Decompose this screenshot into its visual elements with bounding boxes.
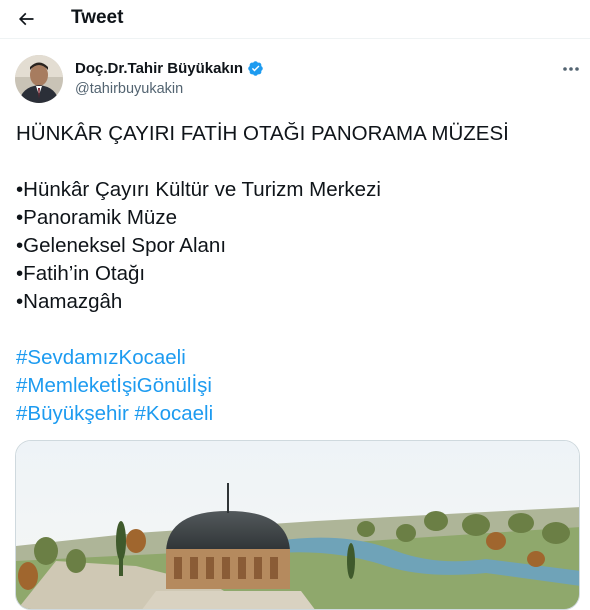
author-handle[interactable]: @tahirbuyukakin <box>75 81 183 97</box>
page-title: Tweet <box>71 7 124 28</box>
author-name[interactable]: Doç.Dr.Tahir Büyükakın <box>75 60 264 77</box>
hashtag-link[interactable]: #Kocaeli <box>135 402 214 425</box>
tweet-headline: HÜNKÂR ÇAYIRI FATİH OTAĞI PANORAMA MÜZES… <box>16 122 509 145</box>
more-options-icon <box>563 67 579 71</box>
tweet-text: HÜNKÂR ÇAYIRI FATİH OTAĞI PANORAMA MÜZES… <box>16 120 576 428</box>
back-arrow-icon <box>18 12 34 26</box>
hashtag-link[interactable]: #Büyükşehir <box>16 402 129 425</box>
verified-badge-icon <box>248 61 263 76</box>
bullet-item: •Hünkâr Çayırı Kültür ve Turizm Merkezi <box>16 178 381 201</box>
back-button[interactable] <box>10 3 42 35</box>
bullet-item: •Fatih’in Otağı <box>16 262 146 285</box>
tweet-header: Tweet <box>0 0 590 39</box>
more-options-button[interactable] <box>556 58 586 80</box>
bullet-item: •Panoramik Müze <box>16 206 177 229</box>
hashtag-link[interactable]: #MemleketİşiGönülİşi <box>16 374 212 397</box>
avatar-image <box>15 55 63 103</box>
museum-render-image <box>16 441 579 609</box>
author-name-label: Doç.Dr.Tahir Büyükakın <box>75 60 244 77</box>
hashtag-link[interactable]: #SevdamızKocaeli <box>16 346 186 369</box>
tweet-media-image[interactable] <box>15 440 580 610</box>
bullet-item: •Namazgâh <box>16 290 123 313</box>
bullet-item: •Geleneksel Spor Alanı <box>16 234 227 257</box>
avatar[interactable] <box>15 55 63 103</box>
